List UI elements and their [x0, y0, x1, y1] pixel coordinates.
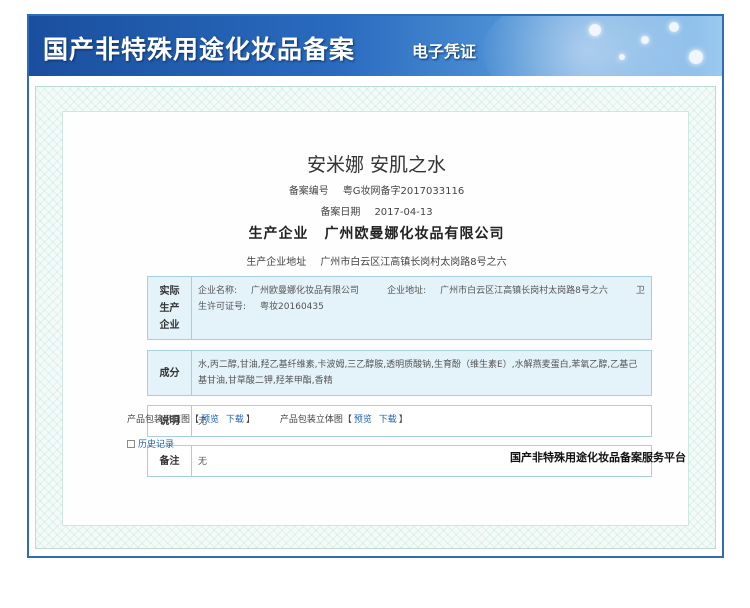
- banner-subtitle: 电子凭证: [412, 42, 477, 61]
- solid-download-link[interactable]: 下载: [379, 415, 397, 425]
- history-link[interactable]: 历史记录: [127, 437, 174, 450]
- record-number-value: 粤G妆网备字2017033116: [342, 186, 465, 197]
- ingredients-section-heading: 成分: [148, 351, 192, 395]
- company-address-line: 生产企业地址 广州市白云区江高镇长岗村太岗路8号之六: [63, 253, 690, 268]
- record-date-line: 备案日期 2017-04-13: [63, 203, 690, 218]
- enterprise-section-heading: 实际生产企业: [148, 277, 192, 339]
- record-date-value: 2017-04-13: [374, 207, 433, 218]
- record-number-line: 备案编号 粤G妆网备字2017033116: [63, 182, 690, 197]
- flat-image-group: 产品包装平面图【 预览 下载】: [127, 415, 258, 425]
- history-icon: [127, 440, 135, 448]
- company-name: 广州欧曼娜化妆品有限公司: [324, 226, 505, 242]
- enterprise-address-value: 广州市白云区江高镇长岗村太岗路8号之六: [440, 286, 608, 296]
- company-address-value: 广州市白云区江高镇长岗村太岗路8号之六: [320, 257, 507, 268]
- banner-title: 国产非特殊用途化妆品备案: [43, 35, 356, 64]
- ingredients-text: 水,丙二醇,甘油,羟乙基纤维素,卡波姆,三乙醇胺,透明质酸钠,生育酚（维生素E）…: [198, 360, 638, 386]
- enterprise-address-field: 企业地址: 广州市白云区江高镇长岗村太岗路8号之六: [387, 286, 622, 296]
- banner-glow-decoration: [482, 16, 722, 76]
- enterprise-name-value: 广州欧曼娜化妆品有限公司: [251, 286, 360, 296]
- enterprise-name-label: 企业名称:: [198, 286, 238, 296]
- flat-image-label: 产品包装平面图: [127, 415, 191, 425]
- package-image-links: 产品包装平面图【 预览 下载】 产品包装立体图【 预览 下载】: [127, 412, 430, 425]
- license-value: 粤妆20160435: [260, 302, 324, 312]
- flat-preview-link[interactable]: 预览: [201, 415, 219, 425]
- enterprise-section: 实际生产企业 企业名称: 广州欧曼娜化妆品有限公司 企业地址: 广州市白云区江高镇长岗…: [147, 276, 652, 340]
- remarks-section-heading: 备注: [148, 446, 192, 476]
- record-date-label: 备案日期: [320, 207, 361, 218]
- flat-download-link[interactable]: 下载: [226, 415, 244, 425]
- enterprise-address-label: 企业地址:: [387, 286, 427, 296]
- solid-image-label: 产品包装立体图: [279, 415, 343, 425]
- company-label: 生产企业: [248, 226, 309, 242]
- record-number-label: 备案编号: [288, 186, 329, 197]
- history-label: 历史记录: [138, 440, 175, 450]
- certificate-frame: 国产非特殊用途化妆品备案 电子凭证 安米娜 安肌之水 备案编号 粤G妆网备字201…: [27, 14, 724, 558]
- enterprise-section-body: 企业名称: 广州欧曼娜化妆品有限公司 企业地址: 广州市白云区江高镇长岗村太岗路8号之…: [192, 277, 651, 339]
- bracket-open: 【: [190, 415, 200, 425]
- header-banner: 国产非特殊用途化妆品备案 电子凭证: [29, 16, 722, 76]
- solid-preview-link[interactable]: 预览: [354, 415, 372, 425]
- bracket-close: 】: [398, 415, 408, 425]
- ingredients-section: 成分 水,丙二醇,甘油,羟乙基纤维素,卡波姆,三乙醇胺,透明质酸钠,生育酚（维生…: [147, 350, 652, 396]
- company-address-label: 生产企业地址: [246, 257, 307, 268]
- certificate-paper: 安米娜 安肌之水 备案编号 粤G妆网备字2017033116 备案日期 2017-0…: [35, 86, 716, 549]
- platform-name: 国产非特殊用途化妆品备案服务平台: [510, 451, 686, 464]
- solid-image-group: 产品包装立体图【 预览 下载】: [280, 415, 408, 425]
- company-line: 生产企业 广州欧曼娜化妆品有限公司: [63, 223, 690, 243]
- bracket-open: 【: [342, 415, 352, 425]
- enterprise-name-field: 企业名称: 广州欧曼娜化妆品有限公司: [198, 286, 373, 296]
- product-name: 安米娜 安肌之水: [306, 154, 447, 176]
- bracket-close: 】: [245, 415, 255, 425]
